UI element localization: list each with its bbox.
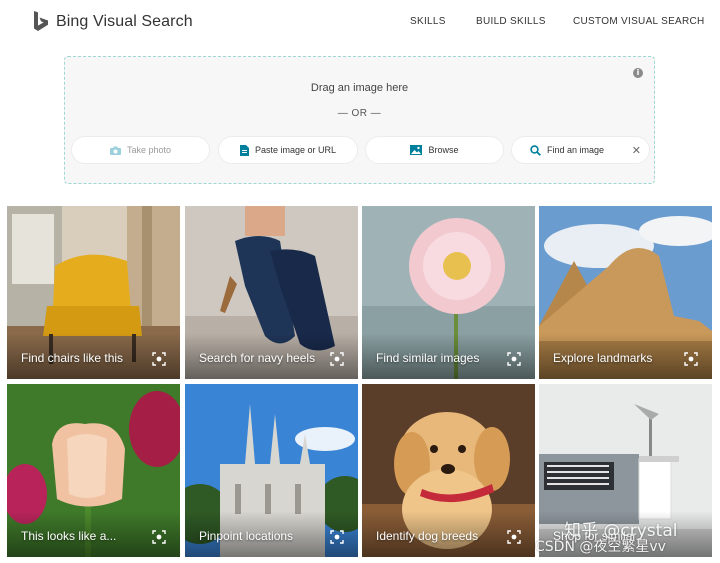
drag-instruction: Drag an image here [310,82,409,94]
tile-chairs[interactable]: Find chairs like this [7,206,180,379]
visual-search-icon[interactable] [330,530,344,544]
tile-label: Explore landmarks [553,351,653,365]
tile-flower[interactable]: Find similar images [362,206,535,379]
browse-button[interactable]: Browse [365,136,504,164]
tile-label: Search for navy heels [199,351,316,365]
or-divider: — OR — [337,108,382,119]
info-icon[interactable]: i [633,68,643,78]
header: Bing Visual Search SKILLS BUILD SKILLS C… [0,0,720,44]
paste-image-label: Paste image or URL [254,145,337,155]
image-icon [410,145,423,155]
search-icon [530,144,541,156]
tile-label: Find similar images [376,351,480,365]
nav-skills[interactable]: SKILLS [410,16,446,27]
nav-custom-visual-search[interactable]: CUSTOM VISUAL SEARCH [573,16,705,27]
brand-title[interactable]: Bing Visual Search [56,13,193,31]
clear-icon[interactable]: ✕ [632,145,641,156]
image-drop-zone[interactable]: i Drag an image here — OR — Take photo P… [64,56,655,184]
camera-icon [109,146,121,155]
visual-search-icon[interactable] [507,530,521,544]
tile-heels[interactable]: Search for navy heels [185,206,358,379]
tile-label: Find chairs like this [21,351,124,365]
tile-tulip[interactable]: This looks like a... [7,384,180,557]
visual-search-icon[interactable] [507,352,521,366]
bing-logo-icon[interactable] [33,11,49,31]
take-photo-label: Take photo [126,145,172,155]
nav-build-skills[interactable]: BUILD SKILLS [476,16,546,27]
watermark-csdn: CSDN @夜空繁星vv [535,539,666,555]
tile-dog[interactable]: Identify dog breeds [362,384,535,557]
visual-search-icon[interactable] [152,352,166,366]
find-image-input[interactable]: Find an image ✕ [511,136,650,164]
tile-landmarks[interactable]: Explore landmarks [539,206,712,379]
visual-search-icon[interactable] [684,352,698,366]
browse-label: Browse [428,145,459,155]
paste-image-button[interactable]: Paste image or URL [218,136,358,164]
document-icon [239,144,249,156]
tile-label: Pinpoint locations [199,529,294,543]
visual-search-icon[interactable] [152,530,166,544]
tile-label: Identify dog breeds [376,529,479,543]
visual-search-icon[interactable] [330,352,344,366]
tile-locations[interactable]: Pinpoint locations [185,384,358,557]
take-photo-button[interactable]: Take photo [71,136,210,164]
tile-label: This looks like a... [21,529,117,543]
find-image-placeholder: Find an image [547,145,605,155]
